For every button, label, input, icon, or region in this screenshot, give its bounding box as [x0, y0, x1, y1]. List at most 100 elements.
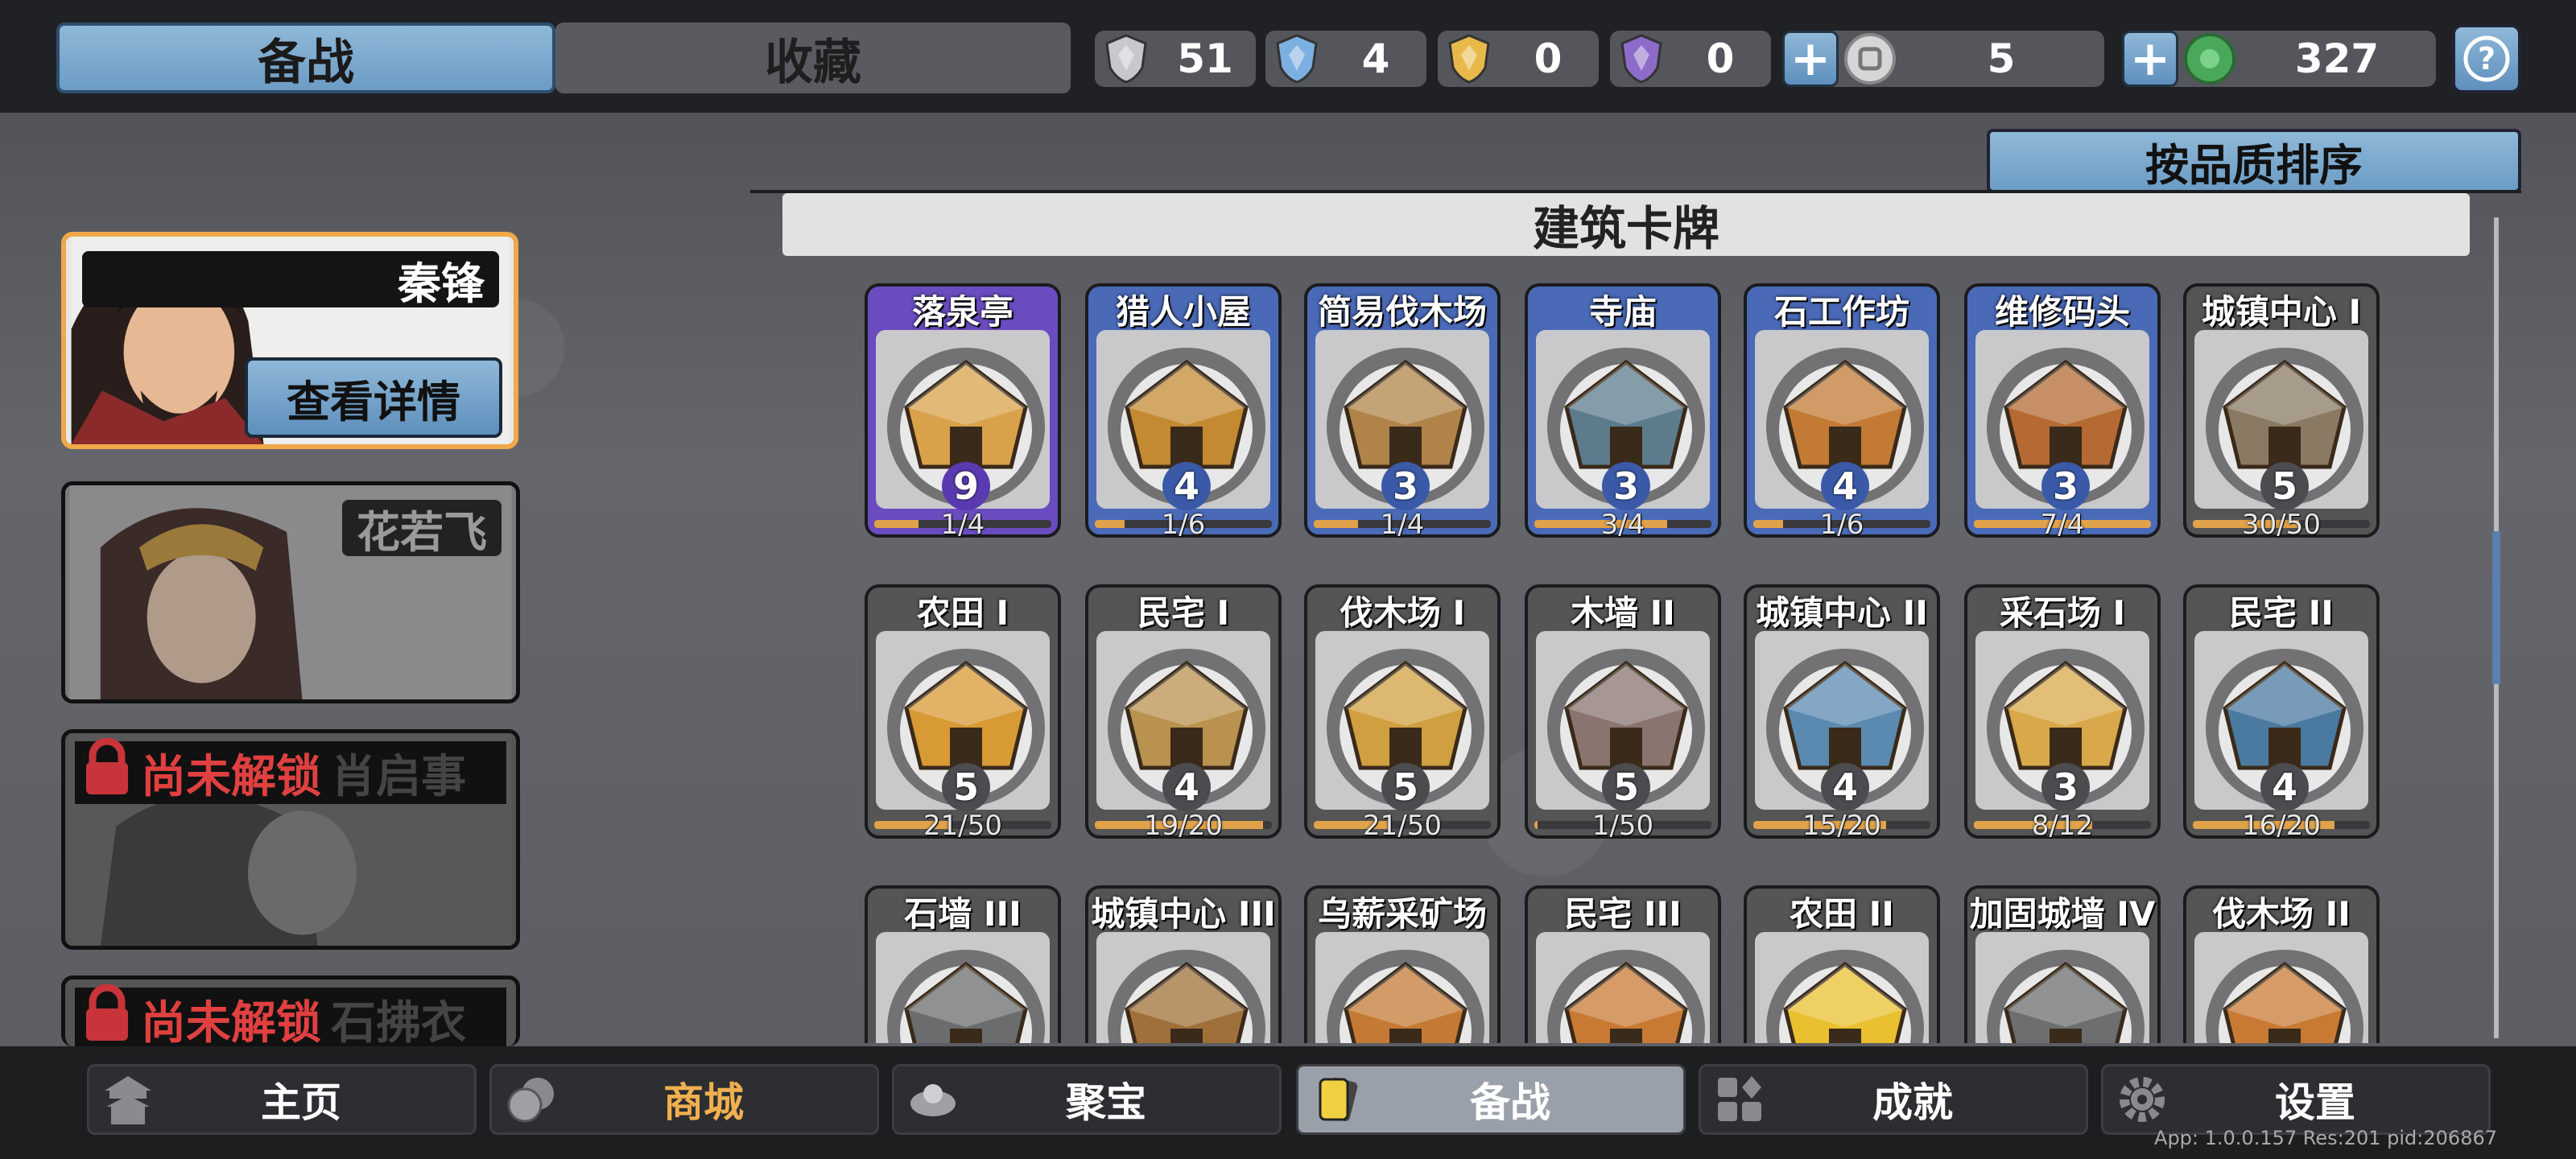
nav-label: 设置 [2275, 1079, 2355, 1126]
card-level-badge: 4 [1821, 763, 1869, 811]
nav-label: 成就 [1872, 1079, 1953, 1126]
jade-icon [2182, 31, 2238, 87]
hero-card-selected[interactable]: 秦锋 查看详情 查看详情 [61, 232, 518, 449]
jade-value: 327 [2294, 35, 2380, 82]
nav-label: 备战 [1470, 1079, 1550, 1126]
building-art [1536, 932, 1710, 1043]
card-level-badge: 4 [1162, 763, 1211, 811]
building-card[interactable]: 乌薪采矿场 [1304, 885, 1501, 1043]
treasure-bowl-icon [901, 1067, 965, 1132]
hero-card[interactable]: 花若飞 [61, 481, 520, 703]
section-title: 建筑卡牌 [782, 193, 2470, 256]
building-card[interactable]: 民宅 II 4 16/20 [2183, 584, 2380, 842]
building-card[interactable]: 农田 II [1744, 885, 1940, 1043]
hero-card-locked[interactable]: 尚未解锁 肖启事 [61, 729, 520, 950]
card-title: 城镇中心 III [1091, 894, 1276, 934]
tab-prepare[interactable]: 备战 [56, 23, 555, 93]
card-title: 猎人小屋 [1115, 292, 1251, 332]
building-art [2194, 932, 2368, 1043]
building-card[interactable]: 伐木场 II [2183, 885, 2380, 1043]
nav-label: 聚宝 [1066, 1079, 1146, 1126]
resource-counter: 0 [1610, 31, 1771, 87]
building-card[interactable]: 伐木场 I 5 21/50 [1304, 584, 1501, 842]
nav-gear[interactable]: 设置 [2101, 1064, 2491, 1135]
card-progress-text: 1/4 [940, 509, 985, 541]
card-title: 民宅 III [1564, 894, 1682, 934]
building-card[interactable]: 石墙 III [865, 885, 1061, 1043]
version-text: App: 1.0.0.157 Res:201 pid:206867 [2154, 1127, 2497, 1149]
shop-coins-icon [498, 1067, 563, 1132]
building-card[interactable]: 农田 I 5 21/50 [865, 584, 1061, 842]
resource-value: 51 [1177, 35, 1233, 82]
card-progress-text: 1/50 [1591, 810, 1654, 842]
card-progress-text: 21/50 [923, 810, 1002, 842]
building-art [1755, 932, 1929, 1043]
question-icon: ? [2463, 35, 2510, 82]
tab-collection[interactable]: 收藏 [555, 23, 1071, 93]
building-card[interactable]: 猎人小屋 4 1/6 [1085, 283, 1282, 541]
building-card[interactable]: 维修码头 3 7/4 [1964, 283, 2161, 541]
building-card[interactable]: 寺庙 3 3/4 [1525, 283, 1721, 541]
gold-shield-icon [1441, 31, 1497, 87]
card-title: 民宅 II [2229, 593, 2334, 633]
building-card[interactable]: 民宅 I 4 19/20 [1085, 584, 1282, 842]
card-progress-text: 15/20 [1802, 810, 1881, 842]
lock-icon [81, 737, 133, 807]
coin-counter: + 5 [1782, 31, 2104, 87]
card-level-badge: 3 [1381, 462, 1430, 510]
hero-name: 肖启事 [331, 750, 466, 803]
card-level-badge: 9 [942, 462, 990, 510]
nav-home-pagoda[interactable]: 主页 [87, 1064, 477, 1135]
building-card[interactable]: 民宅 III [1525, 885, 1721, 1043]
card-level-badge: 5 [2260, 462, 2309, 510]
hero-card-locked[interactable]: 尚未解锁 石拂衣 [61, 975, 520, 1046]
building-card[interactable]: 木墙 II 5 1/50 [1525, 584, 1721, 842]
help-button[interactable]: ? [2452, 24, 2521, 93]
card-title: 乌薪采矿场 [1317, 894, 1487, 934]
nav-achievement-grid[interactable]: 成就 [1699, 1064, 2088, 1135]
silver-shield-icon [1098, 31, 1154, 87]
card-level-badge: 3 [1602, 462, 1650, 510]
coin-value: 5 [1987, 35, 2016, 82]
achievement-grid-icon [1707, 1067, 1772, 1132]
view-details-button[interactable]: 查看详情 [245, 357, 502, 438]
building-card[interactable]: 落泉亭 9 1/4 [865, 283, 1061, 541]
card-title: 石墙 III [904, 894, 1022, 934]
building-card[interactable]: 加固城墙 IV [1964, 885, 2161, 1043]
hero-name: 花若飞 [342, 500, 502, 558]
nav-treasure-bowl[interactable]: 聚宝 [892, 1064, 1282, 1135]
card-title: 简易伐木场 [1317, 292, 1487, 332]
add-jade-button[interactable]: + [2122, 31, 2178, 87]
card-title: 城镇中心 I [2201, 292, 2362, 332]
card-progress-text: 21/50 [1363, 810, 1442, 842]
building-card[interactable]: 城镇中心 I 5 30/50 [2183, 283, 2380, 541]
nav-label: 商城 [663, 1079, 744, 1126]
svg-text:?: ? [2478, 41, 2496, 76]
card-title: 城镇中心 II [1756, 593, 1928, 633]
coin-icon [1842, 31, 1898, 87]
building-art [1975, 932, 2149, 1043]
building-card[interactable]: 城镇中心 II 4 15/20 [1744, 584, 1940, 842]
lock-bar: 尚未解锁 肖启事 [75, 737, 506, 807]
scrollbar-thumb[interactable] [2492, 531, 2500, 684]
card-level-badge: 5 [1602, 763, 1650, 811]
card-level-badge: 5 [942, 763, 990, 811]
card-progress-text: 1/4 [1380, 509, 1425, 541]
resource-value: 0 [1706, 35, 1735, 82]
card-deck-icon [1305, 1067, 1369, 1132]
resource-counter: 0 [1438, 31, 1599, 87]
card-progress-text: 19/20 [1144, 810, 1223, 842]
lock-label: 尚未解锁 [141, 750, 321, 803]
sort-by-quality-button[interactable]: 按品质排序 [1987, 129, 2521, 193]
nav-card-deck[interactable]: 备战 [1296, 1064, 1686, 1135]
add-coin-button[interactable]: + [1782, 31, 1839, 87]
building-card[interactable]: 城镇中心 III [1085, 885, 1282, 1043]
building-card[interactable]: 简易伐木场 3 1/4 [1304, 283, 1501, 541]
building-card[interactable]: 石工作坊 4 1/6 [1744, 283, 1940, 541]
card-title: 农田 II [1790, 894, 1894, 934]
nav-shop-coins[interactable]: 商城 [489, 1064, 879, 1135]
home-pagoda-icon [96, 1067, 160, 1132]
building-card[interactable]: 采石场 I 3 8/12 [1964, 584, 2161, 842]
resource-value: 4 [1361, 35, 1390, 82]
jade-counter: + 327 [2122, 31, 2436, 87]
